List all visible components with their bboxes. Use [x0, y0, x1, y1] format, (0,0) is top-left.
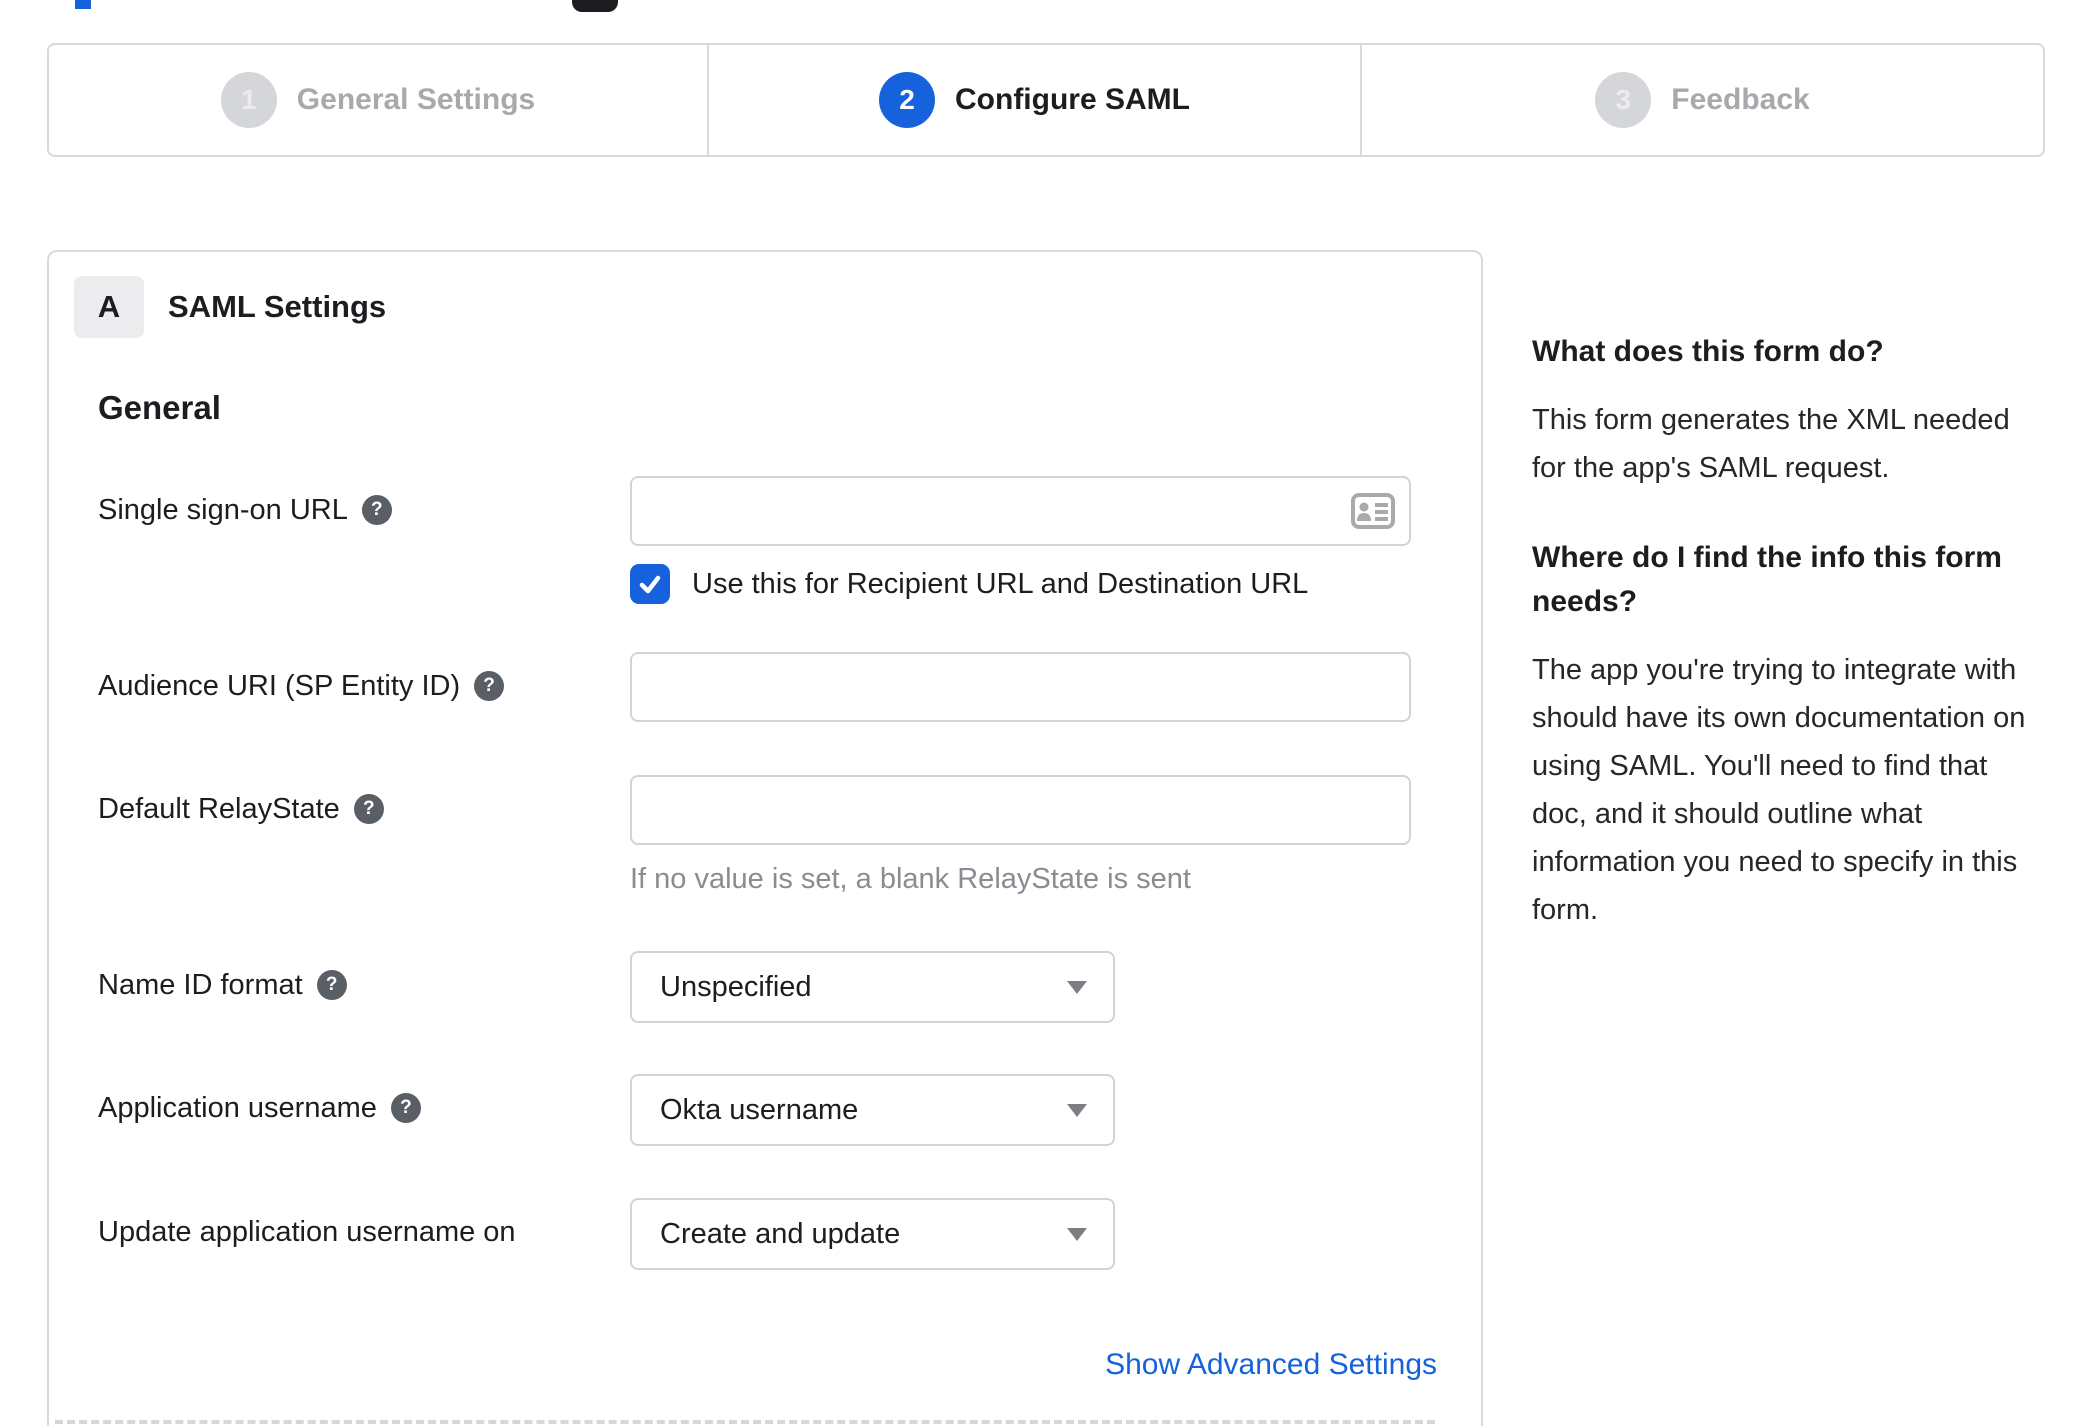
relaystate-hint: If no value is set, a blank RelayState i…: [630, 863, 1191, 895]
name-id-format-select[interactable]: Unspecified: [630, 951, 1115, 1023]
help-icon[interactable]: ?: [361, 495, 392, 525]
form-row-application-username: Application username ? Okta username: [98, 1074, 1457, 1146]
wizard-stepper: 1 General Settings 2 Configure SAML 3 Fe…: [47, 43, 2045, 157]
step-configure-saml[interactable]: 2 Configure SAML: [709, 45, 1362, 155]
help-icon[interactable]: ?: [474, 671, 505, 701]
field-label: Application username: [98, 1092, 377, 1124]
form-row-name-id-format: Name ID format ? Unspecified: [98, 951, 1457, 1023]
cropped-ui-fragment: [75, 0, 91, 9]
step-label: General Settings: [296, 83, 536, 116]
panel-title: SAML Settings: [168, 289, 387, 324]
sidebar-paragraph: The app you're trying to integrate with …: [1532, 654, 2026, 926]
section-divider: [55, 1420, 1435, 1424]
select-value: Create and update: [660, 1217, 901, 1250]
field-label: Update application username on: [98, 1216, 516, 1248]
step-general-settings[interactable]: 1 General Settings: [49, 45, 709, 155]
select-value: Unspecified: [660, 970, 812, 1003]
cropped-ui-fragment: [572, 0, 618, 12]
step-feedback[interactable]: 3 Feedback: [1362, 45, 2043, 155]
caret-down-icon: [1067, 1103, 1087, 1117]
step-label: Feedback: [1671, 83, 1810, 116]
update-application-username-select[interactable]: Create and update: [630, 1198, 1115, 1270]
form-row-single-sign-on-url: Single sign-on URL ? Use this for Recipi…: [98, 476, 1457, 604]
field-label: Default RelayState: [98, 793, 340, 825]
general-heading: General: [98, 389, 221, 426]
step-number-badge: 3: [1595, 72, 1652, 128]
help-icon[interactable]: ?: [390, 1093, 421, 1123]
form-row-update-application-username: Update application username on Create an…: [98, 1198, 1457, 1270]
caret-down-icon: [1067, 1227, 1087, 1241]
panel-header: A SAML Settings: [74, 276, 1457, 338]
field-label: Audience URI (SP Entity ID): [98, 670, 461, 702]
default-relaystate-input[interactable]: [630, 775, 1411, 845]
help-icon[interactable]: ?: [316, 970, 347, 1000]
sidebar-heading: What does this form do?: [1532, 335, 1884, 368]
field-label: Name ID format: [98, 969, 303, 1001]
recipient-url-checkbox-row: Use this for Recipient URL and Destinati…: [630, 564, 1457, 604]
form-row-audience-uri: Audience URI (SP Entity ID) ?: [98, 652, 1457, 722]
single-sign-on-url-input[interactable]: [630, 476, 1411, 546]
contact-card-icon: [1351, 493, 1395, 529]
section-a-badge: A: [74, 276, 144, 338]
form-row-default-relaystate: Default RelayState ? If no value is set,…: [98, 775, 1457, 897]
field-label: Single sign-on URL: [98, 494, 348, 526]
general-form: General Single sign-on URL ? Use this fo…: [98, 388, 1457, 1382]
sidebar-paragraph: This form generates the XML needed for t…: [1532, 404, 2010, 484]
checkmark-icon: [639, 575, 661, 594]
saml-settings-panel: A SAML Settings General Single sign-on U…: [47, 250, 1483, 1426]
help-sidebar: What does this form do? This form genera…: [1532, 330, 2044, 978]
select-value: Okta username: [660, 1093, 859, 1126]
step-number-badge: 1: [220, 72, 277, 128]
help-icon[interactable]: ?: [353, 794, 384, 824]
step-label: Configure SAML: [955, 83, 1190, 116]
application-username-select[interactable]: Okta username: [630, 1074, 1115, 1146]
use-for-recipient-url-checkbox[interactable]: [630, 564, 670, 604]
audience-uri-input[interactable]: [630, 652, 1411, 722]
sidebar-heading: Where do I find the info this form needs…: [1532, 541, 2002, 618]
step-number-badge: 2: [879, 72, 935, 128]
show-advanced-settings-link[interactable]: Show Advanced Settings: [1105, 1348, 1437, 1381]
caret-down-icon: [1067, 980, 1087, 994]
checkbox-label: Use this for Recipient URL and Destinati…: [692, 567, 1309, 600]
